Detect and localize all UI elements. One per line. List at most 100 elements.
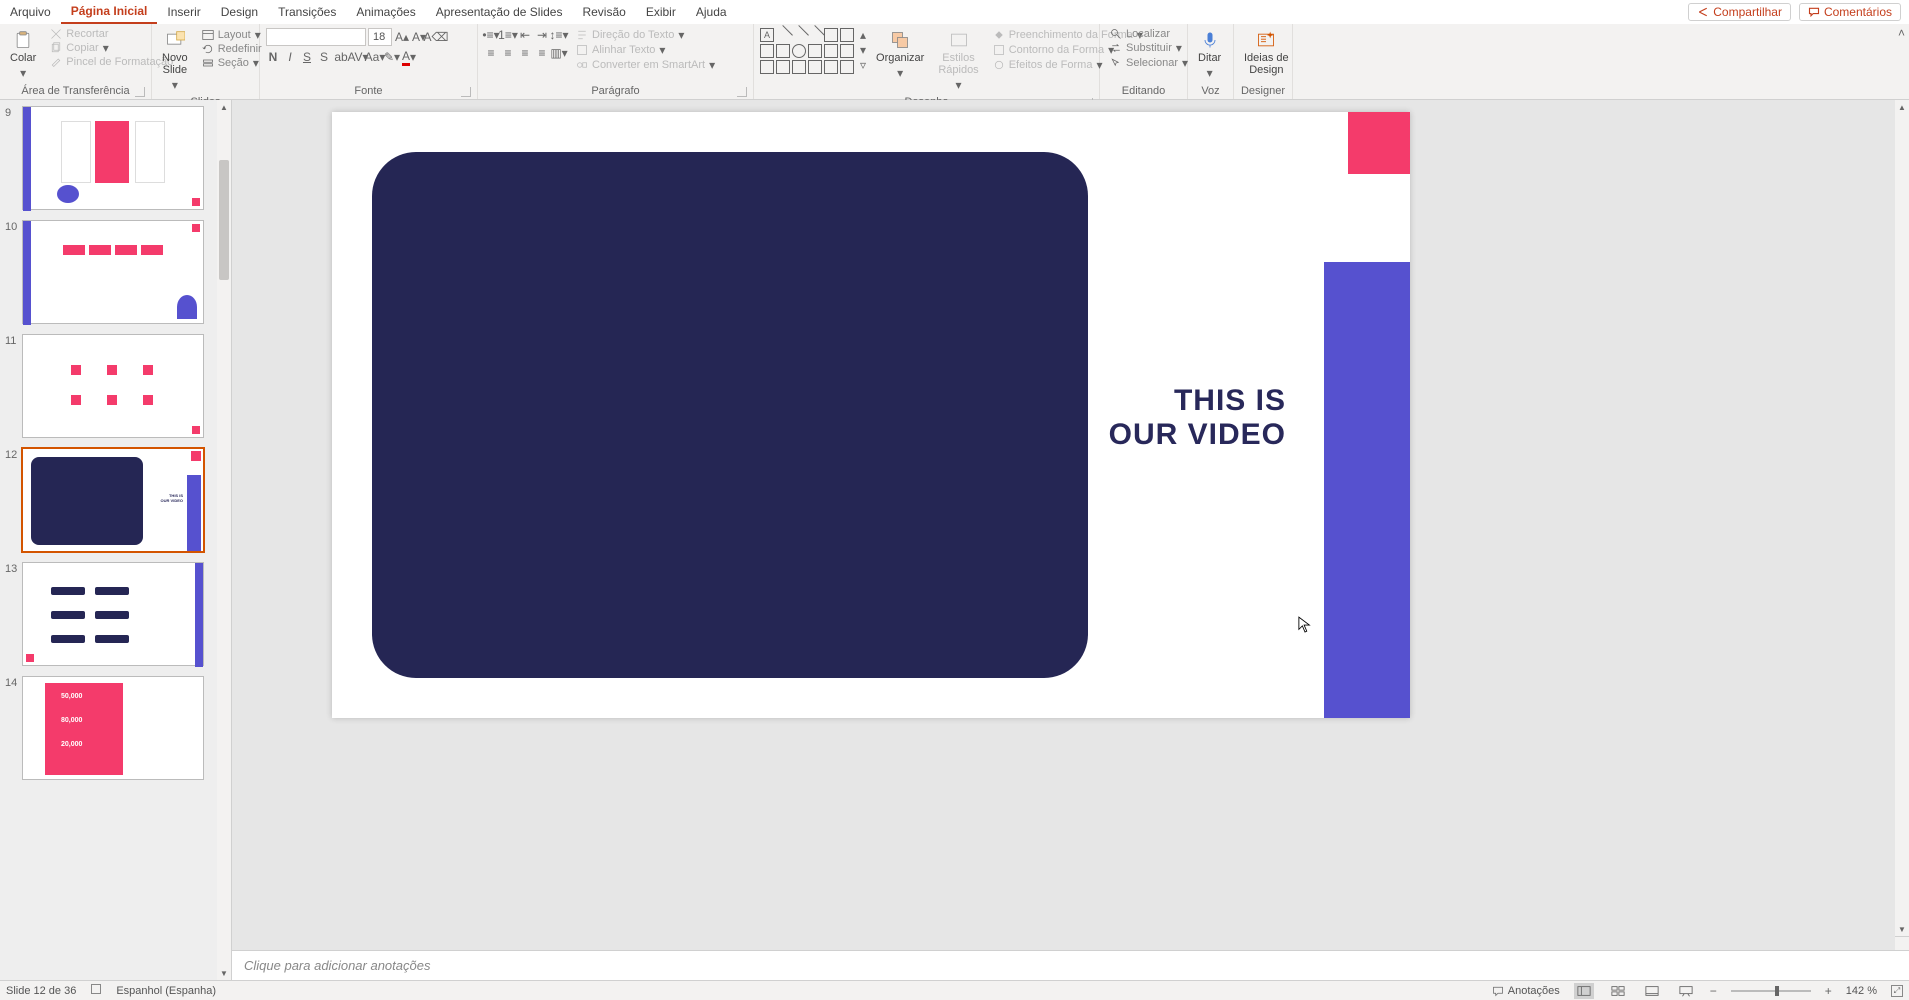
shape-curve[interactable]: [776, 60, 790, 74]
reset-button[interactable]: Redefinir: [198, 43, 266, 55]
paste-button[interactable]: Colar ▾: [6, 28, 40, 82]
tab-revisao[interactable]: Revisão: [572, 0, 635, 24]
slide-thumbnail-13[interactable]: 13: [22, 562, 204, 666]
dictate-button[interactable]: Ditar▾: [1194, 28, 1225, 82]
language-status[interactable]: Espanhol (Espanha): [116, 985, 216, 997]
view-reading-icon[interactable]: [1642, 983, 1662, 999]
tab-apresentacao[interactable]: Apresentação de Slides: [426, 0, 573, 24]
italic-icon[interactable]: I: [283, 50, 297, 64]
shadow-icon[interactable]: ab: [334, 50, 348, 64]
accessibility-icon[interactable]: [90, 983, 102, 998]
align-center-icon[interactable]: ≡: [501, 46, 515, 60]
line-spacing-icon[interactable]: ↕≡▾: [552, 28, 566, 42]
shape-rect[interactable]: [760, 44, 774, 58]
slide-canvas-area[interactable]: THIS IS OUR VIDEO: [232, 100, 1909, 950]
decor-pink-block[interactable]: [1348, 112, 1410, 174]
replace-button[interactable]: Substituir▾: [1106, 41, 1192, 55]
tab-ajuda[interactable]: Ajuda: [686, 0, 737, 24]
view-normal-icon[interactable]: [1574, 983, 1594, 999]
zoom-knob[interactable]: [1775, 986, 1779, 996]
scroll-up-icon[interactable]: ▲: [217, 100, 231, 114]
scroll-down-icon[interactable]: ▾: [860, 43, 866, 57]
shape-brace[interactable]: [808, 60, 822, 74]
underline-icon[interactable]: S: [300, 50, 314, 64]
dialog-launcher-icon[interactable]: [737, 87, 747, 97]
video-placeholder[interactable]: [372, 152, 1088, 678]
font-size-input[interactable]: [368, 28, 392, 46]
comments-button[interactable]: Comentários: [1799, 3, 1901, 21]
scroll-down-icon[interactable]: ▼: [217, 966, 231, 980]
case-icon[interactable]: Aa▾: [368, 50, 382, 64]
fit-slide-icon[interactable]: [1895, 936, 1909, 950]
scroll-handle[interactable]: [219, 160, 229, 280]
tab-inserir[interactable]: Inserir: [157, 0, 210, 24]
shape-rect[interactable]: [840, 28, 854, 42]
indent-icon[interactable]: ⇥: [535, 28, 549, 42]
zoom-out-icon[interactable]: −: [1710, 984, 1717, 998]
notes-toggle[interactable]: Anotações: [1492, 985, 1560, 997]
columns-icon[interactable]: ▥▾: [552, 46, 566, 60]
tab-design[interactable]: Design: [211, 0, 268, 24]
scroll-up-icon[interactable]: ▲: [1895, 100, 1909, 114]
slide-title[interactable]: THIS IS OUR VIDEO: [1109, 384, 1286, 452]
strike-icon[interactable]: S: [317, 50, 331, 64]
smartart-button[interactable]: Converter em SmartArt▾: [572, 58, 719, 72]
design-ideas-button[interactable]: Ideias de Design: [1240, 28, 1293, 78]
tab-transicoes[interactable]: Transições: [268, 0, 346, 24]
collapse-ribbon-icon[interactable]: ˄: [1898, 26, 1905, 40]
shape-rect[interactable]: [776, 44, 790, 58]
shape-curve[interactable]: [760, 60, 774, 74]
justify-icon[interactable]: ≡: [535, 46, 549, 60]
tab-arquivo[interactable]: Arquivo: [0, 0, 61, 24]
slide[interactable]: THIS IS OUR VIDEO: [332, 112, 1410, 718]
shape-arrow[interactable]: [840, 44, 854, 58]
slide-thumbnail-14[interactable]: 14 50,000 80,000 20,000: [22, 676, 204, 780]
decor-purple-block[interactable]: [1324, 262, 1410, 718]
align-text-button[interactable]: Alinhar Texto▾: [572, 43, 719, 57]
arrange-button[interactable]: Organizar▾: [872, 28, 928, 82]
thumbnail-scrollbar[interactable]: ▲ ▼: [217, 100, 231, 980]
notes-pane[interactable]: Clique para adicionar anotações: [232, 950, 1909, 980]
text-direction-button[interactable]: Direção do Texto▾: [572, 28, 719, 42]
dialog-launcher-icon[interactable]: [461, 87, 471, 97]
expand-gallery-icon[interactable]: ▿: [860, 58, 866, 72]
outdent-icon[interactable]: ⇤: [518, 28, 532, 42]
spacing-icon[interactable]: AV▾: [351, 50, 365, 64]
slide-thumbnail-11[interactable]: 11: [22, 334, 204, 438]
shape-line[interactable]: [805, 25, 825, 45]
slide-thumbnail-12[interactable]: 12 THIS ISOUR VIDEO: [22, 448, 204, 552]
tab-home[interactable]: Página Inicial: [61, 0, 158, 24]
scroll-down-icon[interactable]: ▼: [1895, 922, 1909, 936]
view-sorter-icon[interactable]: [1608, 983, 1628, 999]
shape-rect[interactable]: [824, 28, 838, 42]
shape-star[interactable]: [824, 60, 838, 74]
tab-animacoes[interactable]: Animações: [346, 0, 425, 24]
bold-icon[interactable]: N: [266, 50, 280, 64]
zoom-level[interactable]: 142 %: [1846, 985, 1877, 997]
find-button[interactable]: Localizar: [1106, 28, 1192, 40]
select-button[interactable]: Selecionar▾: [1106, 56, 1192, 70]
dialog-launcher-icon[interactable]: [135, 87, 145, 97]
tab-exibir[interactable]: Exibir: [636, 0, 686, 24]
zoom-slider[interactable]: [1731, 990, 1811, 992]
scroll-up-icon[interactable]: ▴: [860, 28, 866, 42]
slide-thumbnail-9[interactable]: 9: [22, 106, 204, 210]
numbering-icon[interactable]: 1≡▾: [501, 28, 515, 42]
shapes-gallery[interactable]: [760, 28, 854, 74]
shape-textbox[interactable]: [760, 28, 774, 42]
increase-font-icon[interactable]: A▴: [395, 30, 409, 44]
new-slide-button[interactable]: Novo Slide ▾: [158, 28, 192, 94]
shape-oval[interactable]: [792, 44, 806, 58]
editor-scrollbar[interactable]: ▲ ▼: [1895, 100, 1909, 950]
shape-brace[interactable]: [792, 60, 806, 74]
share-button[interactable]: Compartilhar: [1688, 3, 1791, 21]
highlight-icon[interactable]: ✎▾: [385, 50, 399, 64]
font-name-input[interactable]: [266, 28, 366, 46]
layout-button[interactable]: Layout▾: [198, 28, 266, 42]
view-slideshow-icon[interactable]: [1676, 983, 1696, 999]
fit-to-window-icon[interactable]: ⤢: [1891, 985, 1903, 997]
align-right-icon[interactable]: ≡: [518, 46, 532, 60]
quick-styles-button[interactable]: Estilos Rápidos▾: [934, 28, 982, 94]
section-button[interactable]: Seção▾: [198, 56, 266, 70]
shape-action[interactable]: [840, 60, 854, 74]
